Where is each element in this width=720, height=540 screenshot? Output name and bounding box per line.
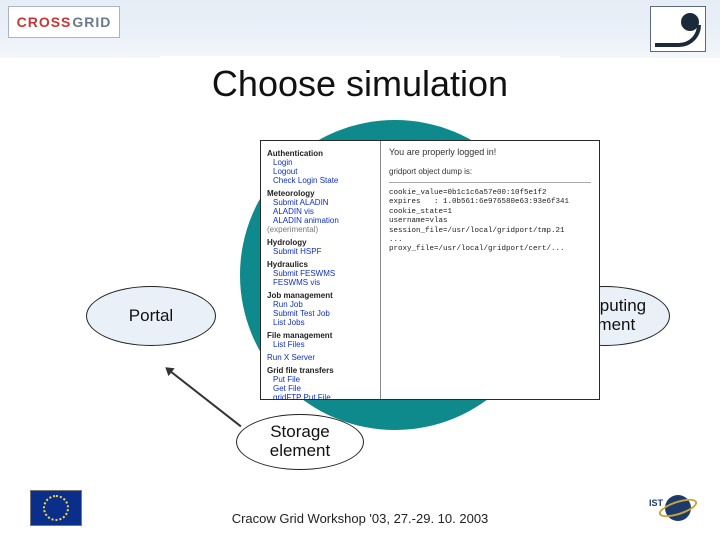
sidebar-heading-hydro: Hydrology — [267, 238, 374, 247]
node-storage: Storage element — [236, 414, 364, 470]
login-status-message: You are properly logged in! — [389, 147, 591, 157]
sidebar-note-experimental: (experimental) — [267, 225, 374, 234]
sidebar-link-login[interactable]: Login — [273, 158, 374, 167]
sidebar-heading-jobs: Job management — [267, 291, 374, 300]
node-storage-label: Storage element — [270, 423, 330, 460]
node-portal: Portal — [86, 286, 216, 346]
logo-text-main: CROSS — [17, 14, 72, 30]
sidebar-link-submit-feswms[interactable]: Submit FESWMS — [273, 269, 374, 278]
sidebar-link-xserver[interactable]: Run X Server — [267, 353, 374, 362]
sidebar-link-aladin-vis[interactable]: ALADIN vis — [273, 207, 374, 216]
sidebar-link-check-login[interactable]: Check Login State — [273, 176, 374, 185]
sidebar-link-feswms-vis[interactable]: FESWMS vis — [273, 278, 374, 287]
node-portal-label: Portal — [129, 307, 173, 326]
sidebar-heading-meteo: Meteorology — [267, 189, 374, 198]
portal-main-pane: You are properly logged in! gridport obj… — [381, 141, 599, 399]
sidebar-link-submit-hspf[interactable]: Submit HSPF — [273, 247, 374, 256]
sidebar-link-run-job[interactable]: Run Job — [273, 300, 374, 309]
sidebar-link-submit-aladin[interactable]: Submit ALADIN — [273, 198, 374, 207]
dump-heading: gridport object dump is: — [389, 167, 591, 176]
logo-text-sub: GRID — [72, 14, 111, 30]
sidebar-link-gridftp-put[interactable]: gridFTP Put File — [273, 393, 374, 399]
portal-screenshot: Authentication Login Logout Check Login … — [260, 140, 600, 400]
partner-logo — [650, 6, 706, 52]
sidebar-link-aladin-anim[interactable]: ALADIN animation — [273, 216, 374, 225]
footer-text: Cracow Grid Workshop '03, 27.-29. 10. 20… — [0, 511, 720, 526]
eu-flag-icon — [30, 490, 82, 526]
dump-body: cookie_value=0b1c1c6a57e00:10f5e1f2 expi… — [389, 189, 591, 255]
sidebar-link-list-jobs[interactable]: List Jobs — [273, 318, 374, 327]
sidebar-link-put-file[interactable]: Put File — [273, 375, 374, 384]
divider — [389, 182, 591, 183]
sidebar-link-list-files[interactable]: List Files — [273, 340, 374, 349]
sidebar-heading-hydra: Hydraulics — [267, 260, 374, 269]
sidebar-link-get-file[interactable]: Get File — [273, 384, 374, 393]
sidebar-heading-transfers: Grid file transfers — [267, 366, 374, 375]
sidebar-heading-auth: Authentication — [267, 149, 374, 158]
slide-title: Choose simulation — [160, 56, 560, 112]
ist-logo-label: IST — [648, 498, 664, 508]
sidebar-heading-files: File management — [267, 331, 374, 340]
edge-storage-to-portal — [169, 370, 241, 427]
sidebar-link-submit-test[interactable]: Submit Test Job — [273, 309, 374, 318]
sidebar-link-logout[interactable]: Logout — [273, 167, 374, 176]
portal-sidebar: Authentication Login Logout Check Login … — [261, 141, 381, 399]
ist-logo: IST — [654, 490, 702, 526]
crossgrid-logo: CROSS GRID — [8, 6, 120, 38]
